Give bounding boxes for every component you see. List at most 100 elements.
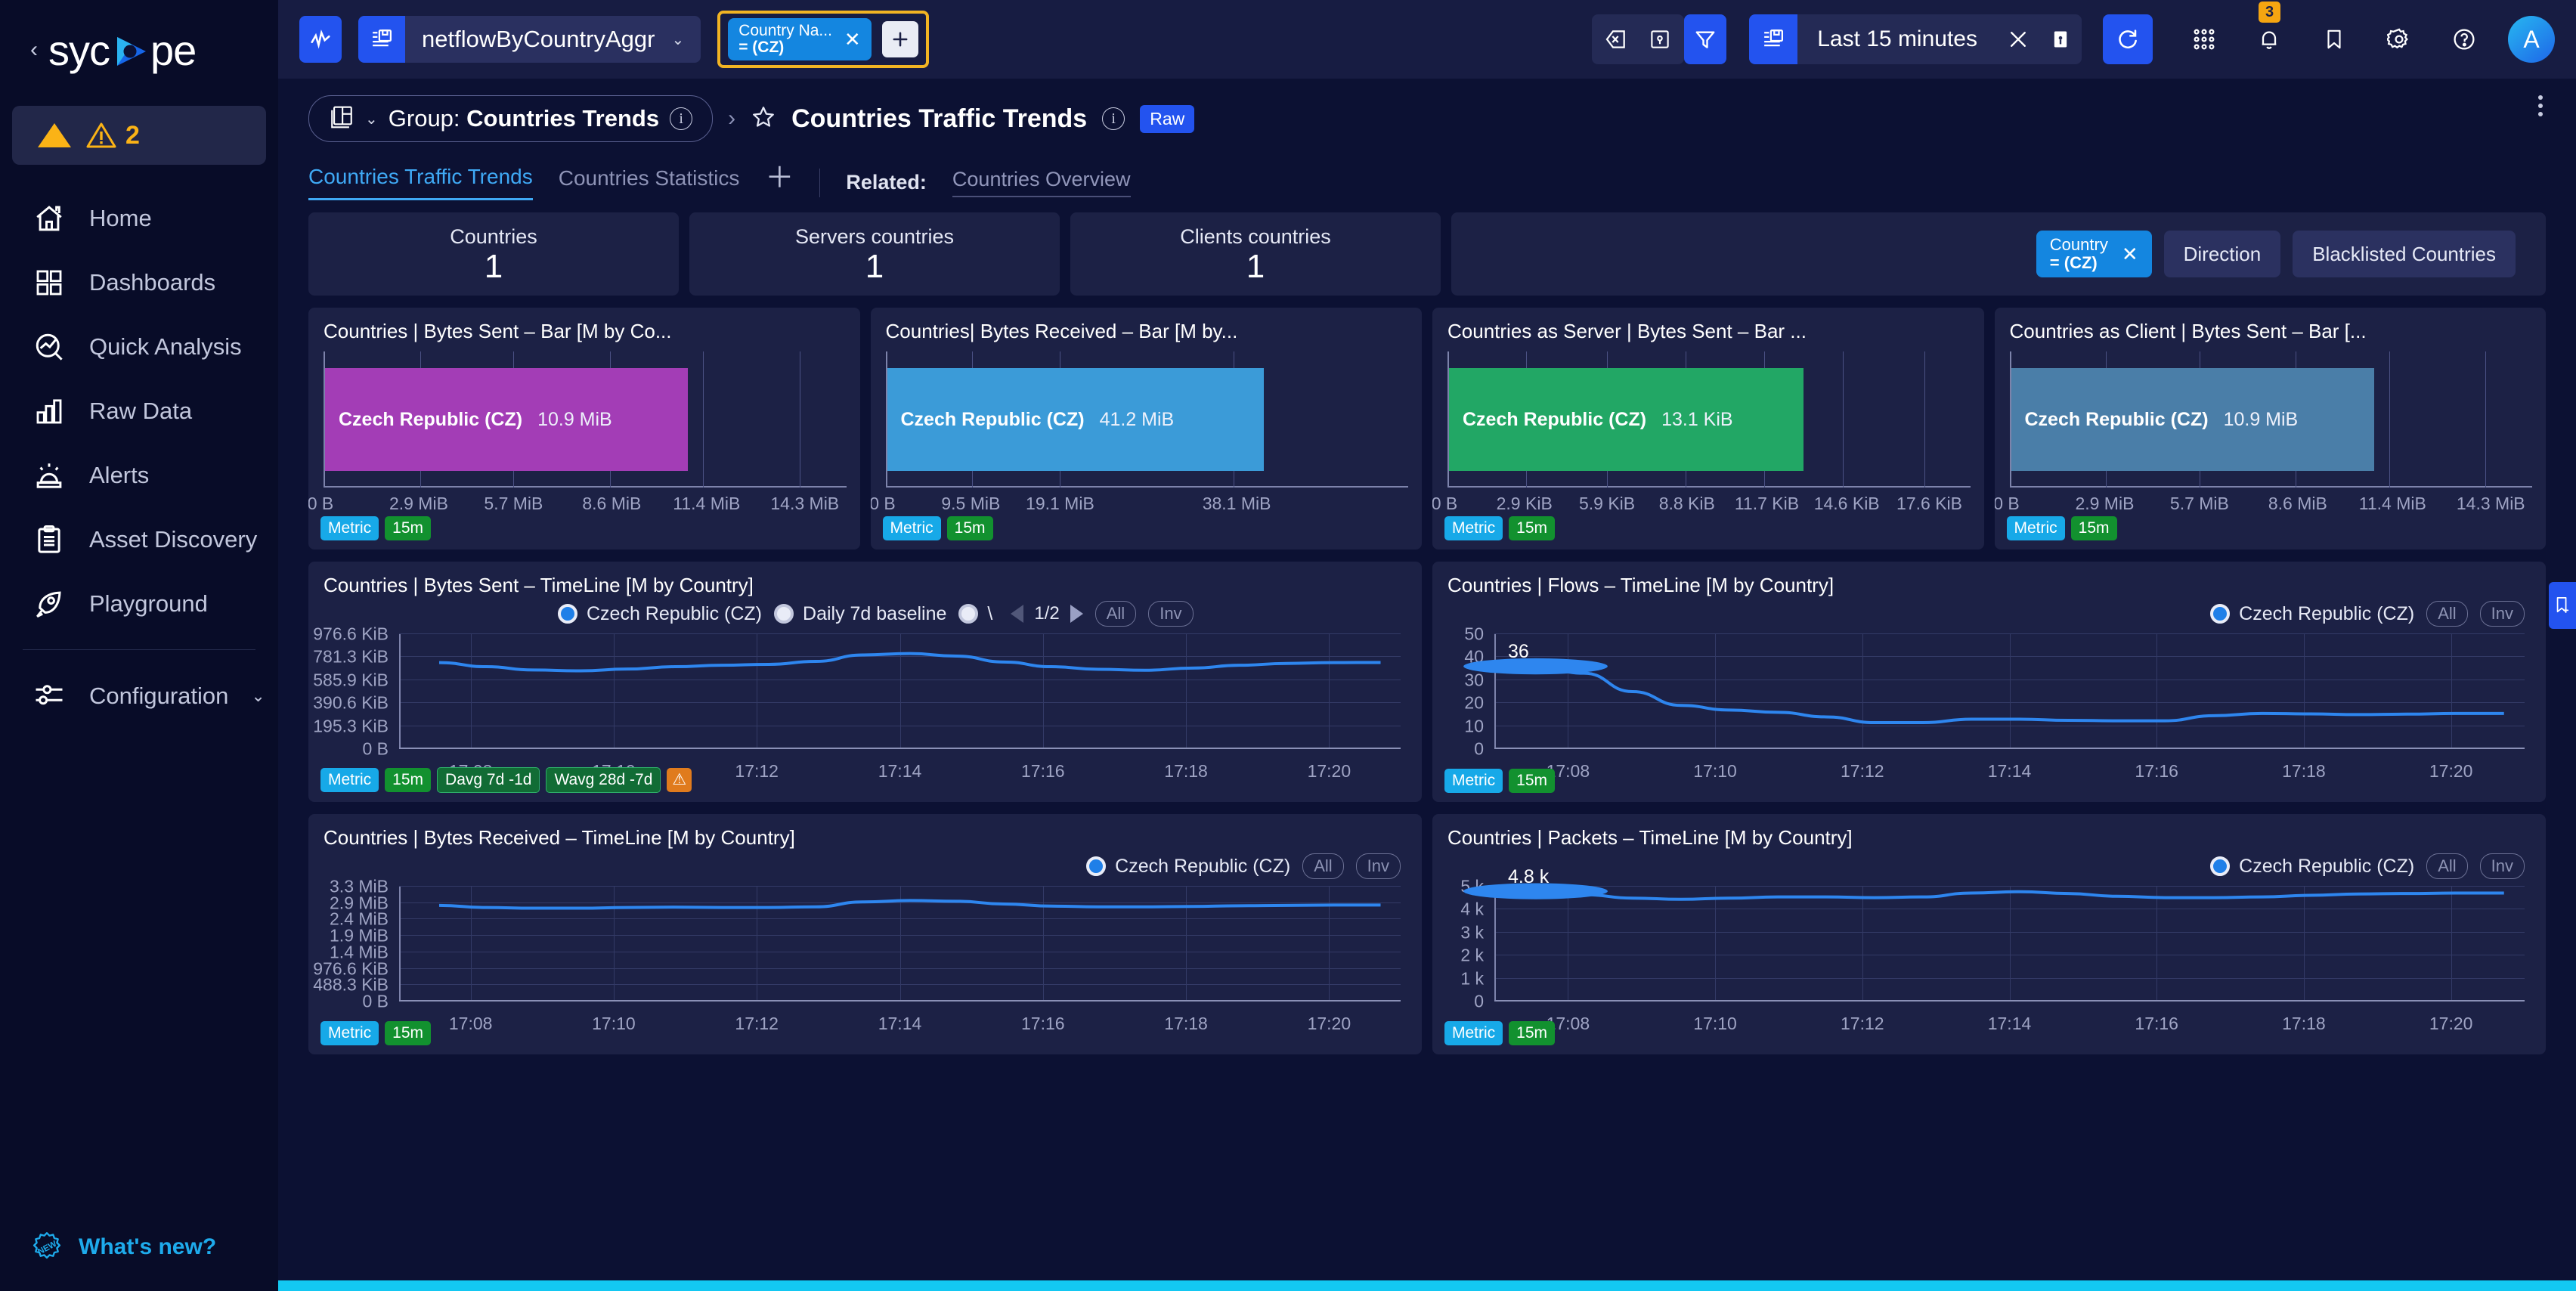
panel-tag[interactable]: Metric xyxy=(320,767,379,792)
panel-bytes-sent-timeline[interactable]: Countries | Bytes Sent – TimeLine [M by … xyxy=(308,562,1422,802)
filter-chip-country-active[interactable]: Country = (CZ) ✕ xyxy=(2036,231,2152,277)
gear-icon[interactable] xyxy=(2378,18,2420,60)
datasource-selector[interactable]: netflowByCountryAggr ⌄ xyxy=(358,16,701,63)
panel-tag[interactable]: Metric xyxy=(320,515,379,540)
stat-card-servers-countries[interactable]: Servers countries 1 xyxy=(689,212,1060,296)
legend-all-button[interactable]: All xyxy=(1094,601,1137,627)
apps-grid-icon[interactable] xyxy=(2183,18,2225,60)
sidebar-item-playground[interactable]: Playground xyxy=(0,571,278,636)
panel-tag[interactable]: 15m xyxy=(385,767,432,792)
star-outline-icon[interactable] xyxy=(751,104,776,134)
panel-tag[interactable]: Wavg 28d -7d xyxy=(546,766,661,793)
bookmark-add-icon[interactable] xyxy=(2549,582,2576,629)
info-icon[interactable]: i xyxy=(670,107,693,130)
panel-tag[interactable]: 15m xyxy=(946,515,993,540)
legend-label: Czech Republic (CZ) xyxy=(1115,855,1291,877)
sidebar-item-configuration[interactable]: Configuration ⌄ xyxy=(0,664,278,728)
bookmark-icon[interactable] xyxy=(2313,18,2355,60)
add-tab-icon[interactable]: ＋ xyxy=(765,164,794,197)
pulse-activity-icon[interactable] xyxy=(299,16,342,63)
clear-query-icon[interactable] xyxy=(1595,18,1637,60)
legend-inv-button[interactable]: Inv xyxy=(2479,853,2525,879)
filter-chip-direction[interactable]: Direction xyxy=(2163,231,2281,277)
save-query-icon[interactable] xyxy=(1639,18,1681,60)
time-range-selector[interactable]: Last 15 minutes xyxy=(1749,14,2082,64)
legend-inv-button[interactable]: Inv xyxy=(1148,601,1194,627)
panel-tag[interactable]: Metric xyxy=(882,515,941,540)
funnel-filter-icon[interactable] xyxy=(1684,14,1727,64)
legend-item[interactable]: Czech Republic (CZ) xyxy=(2210,603,2414,625)
bar[interactable]: Czech Republic (CZ) 10.9 MiB xyxy=(2011,368,2374,471)
tab-countries-statistics[interactable]: Countries Statistics xyxy=(559,166,740,200)
sidebar-item-raw-data[interactable]: Raw Data xyxy=(0,379,278,443)
alarm-summary-card[interactable]: 2 xyxy=(12,106,266,165)
legend-next-button[interactable] xyxy=(1070,605,1083,623)
panel-tag[interactable]: Metric xyxy=(320,1020,379,1045)
related-link-countries-overview[interactable]: Countries Overview xyxy=(952,168,1131,197)
panel-tag[interactable]: 15m xyxy=(385,515,432,540)
clear-time-icon[interactable] xyxy=(1997,18,2039,60)
sidebar-item-asset-discovery[interactable]: Asset Discovery xyxy=(0,507,278,571)
panel-tag[interactable]: Metric xyxy=(1444,1020,1503,1045)
sidebar-item-home[interactable]: Home xyxy=(0,186,278,250)
save-time-icon[interactable] xyxy=(2039,18,2082,60)
legend-all-button[interactable]: All xyxy=(2426,853,2468,879)
legend-item[interactable]: Czech Republic (CZ) xyxy=(558,603,762,625)
panel-tag[interactable]: 15m xyxy=(1509,1020,1556,1045)
legend-all-button[interactable]: All xyxy=(2426,601,2468,627)
sidebar-item-alerts[interactable]: Alerts xyxy=(0,443,278,507)
brand-logo[interactable]: ‹ syc pe xyxy=(0,0,278,100)
avatar[interactable]: A xyxy=(2508,16,2555,63)
status-badge[interactable]: Raw xyxy=(1140,104,1195,133)
close-icon[interactable]: ✕ xyxy=(844,28,861,51)
stat-card-countries[interactable]: Countries 1 xyxy=(308,212,679,296)
stat-card-clients-countries[interactable]: Clients countries 1 xyxy=(1070,212,1441,296)
legend-all-button[interactable]: All xyxy=(1302,853,1344,879)
more-vertical-icon[interactable] xyxy=(2538,95,2543,116)
legend-item[interactable]: Czech Republic (CZ) xyxy=(2210,856,2414,878)
panel-flows-timeline[interactable]: Countries | Flows – TimeLine [M by Count… xyxy=(1432,562,2546,802)
close-icon[interactable]: ✕ xyxy=(2122,243,2138,266)
info-icon[interactable]: i xyxy=(1102,107,1125,130)
legend-item[interactable]: Daily 7d baseline xyxy=(774,603,946,625)
chevron-down-icon[interactable]: ⌄ xyxy=(365,110,378,128)
chevron-down-icon[interactable]: ⌄ xyxy=(251,686,265,706)
panel-bytes-received-bar[interactable]: Countries| Bytes Received – Bar [M by...… xyxy=(870,308,1422,550)
panel-bytes-received-timeline[interactable]: Countries | Bytes Received – TimeLine [M… xyxy=(308,814,1422,1054)
panel-tag[interactable]: Metric xyxy=(2006,515,2065,540)
whats-new-button[interactable]: NEW What's new? xyxy=(30,1231,216,1264)
panel-tag[interactable]: 15m xyxy=(2070,515,2117,540)
collapse-sidebar-icon[interactable]: ‹ xyxy=(30,39,38,61)
filter-chip-country[interactable]: Country Na... = (CZ) ✕ xyxy=(728,18,872,60)
panel-bytes-sent-bar[interactable]: Countries | Bytes Sent – Bar [M by Co...… xyxy=(308,308,860,550)
bar[interactable]: Czech Republic (CZ) 13.1 KiB xyxy=(1449,368,1804,471)
panel-tag[interactable]: 15m xyxy=(1509,515,1556,540)
panel-tag[interactable]: 15m xyxy=(1509,768,1556,793)
bell-icon[interactable]: 3 xyxy=(2248,2,2290,60)
bar[interactable]: Czech Republic (CZ) 41.2 MiB xyxy=(887,368,1264,471)
legend-inv-button[interactable]: Inv xyxy=(2479,601,2525,627)
tab-countries-traffic-trends[interactable]: Countries Traffic Trends xyxy=(308,165,533,200)
panel-packets-timeline[interactable]: Countries | Packets – TimeLine [M by Cou… xyxy=(1432,814,2546,1054)
legend-prev-button[interactable] xyxy=(1011,605,1024,623)
sidebar-item-dashboards[interactable]: Dashboards xyxy=(0,250,278,314)
panel-server-bytes-sent-bar[interactable]: Countries as Server | Bytes Sent – Bar .… xyxy=(1432,308,1984,550)
panel-tag[interactable]: ⚠ xyxy=(667,767,692,792)
add-filter-button[interactable] xyxy=(881,21,918,57)
legend-pager: 1/2 xyxy=(1011,603,1083,624)
sidebar-item-quick-analysis[interactable]: Quick Analysis xyxy=(0,314,278,379)
legend-item[interactable]: \ xyxy=(958,603,992,625)
legend-inv-button[interactable]: Inv xyxy=(1355,853,1401,879)
panel-tag[interactable]: Metric xyxy=(1444,515,1503,540)
help-circle-icon[interactable] xyxy=(2443,18,2485,60)
filter-chip-blacklisted-countries[interactable]: Blacklisted Countries xyxy=(2293,231,2516,277)
panel-client-bytes-sent-bar[interactable]: Countries as Client | Bytes Sent – Bar [… xyxy=(1994,308,2546,550)
dashboard-group-selector[interactable]: ⌄ Group: Countries Trends i xyxy=(308,95,714,142)
chevron-down-icon[interactable]: ⌄ xyxy=(671,30,701,49)
panel-tag[interactable]: Metric xyxy=(1444,768,1503,793)
panel-tag[interactable]: Davg 7d -1d xyxy=(437,766,540,793)
bar[interactable]: Czech Republic (CZ) 10.9 MiB xyxy=(325,368,689,471)
legend-item[interactable]: Czech Republic (CZ) xyxy=(1086,856,1290,878)
panel-tag[interactable]: 15m xyxy=(385,1020,432,1045)
refresh-icon[interactable] xyxy=(2103,14,2153,64)
